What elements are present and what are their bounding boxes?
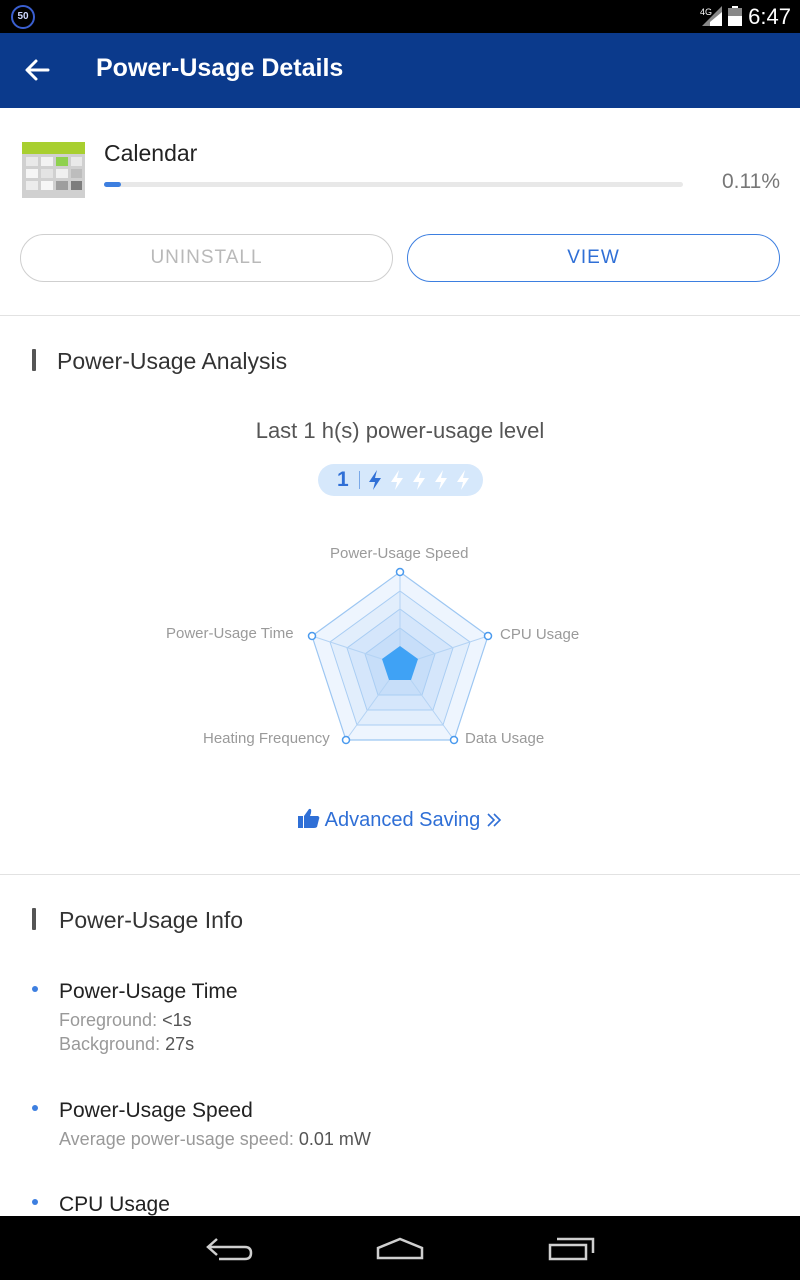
info-item-title: CPU Usage (59, 1193, 170, 1216)
signal-icon: 4G (700, 6, 722, 26)
radar-vertex-dot (307, 631, 317, 641)
advanced-saving-link[interactable]: Advanced Saving (0, 808, 800, 832)
calendar-app-icon (22, 142, 85, 198)
lightning-icon (369, 470, 381, 490)
thumbs-up-icon (298, 808, 320, 828)
radar-label-heating: Heating Frequency (203, 730, 330, 747)
navigation-bar (0, 1216, 800, 1280)
view-button[interactable]: VIEW (407, 234, 780, 282)
power-level-badge: 1 (318, 464, 483, 496)
bullet-dot (32, 1199, 38, 1205)
level-caption: Last 1 h(s) power-usage level (255, 418, 545, 443)
radar-vertex-dot (341, 735, 351, 745)
lightning-rating-icons (369, 470, 469, 490)
lightning-icon (457, 470, 469, 490)
info-item-detail: Foreground: <1s (59, 1010, 192, 1030)
lightning-icon (391, 470, 403, 490)
radar-label-speed: Power-Usage Speed (330, 545, 469, 562)
radar-label-data: Data Usage (465, 730, 545, 747)
info-section-title: Power-Usage Info (59, 907, 244, 933)
level-separator (359, 471, 360, 489)
radar-label-time: Power-Usage Time (166, 625, 294, 642)
notification-badge-icon: 50 (11, 5, 35, 29)
usage-progress-bar (104, 182, 683, 187)
app-name: Calendar (104, 140, 198, 166)
section-marker (32, 349, 36, 371)
usage-progress-fill (104, 182, 121, 187)
page-title: Power-Usage Details (96, 54, 344, 82)
double-chevron-right-icon (487, 813, 501, 827)
analysis-section-title: Power-Usage Analysis (57, 348, 288, 374)
info-item-detail: Background: 27s (59, 1034, 195, 1054)
bullet-dot (32, 1105, 38, 1111)
status-bar: 50 4G 6:47 (0, 0, 800, 33)
battery-icon (728, 6, 742, 26)
svg-text:4G: 4G (700, 7, 712, 17)
info-item-title: Power-Usage Speed (59, 1099, 253, 1122)
lightning-icon (435, 470, 447, 490)
info-item-title: Power-Usage Time (59, 980, 238, 1003)
radar-vertex-dot (395, 567, 405, 577)
section-marker (32, 908, 36, 930)
recent-apps-nav-icon[interactable] (547, 1236, 597, 1262)
app-bar: Power-Usage Details (0, 33, 800, 108)
radar-label-cpu: CPU Usage (500, 626, 580, 643)
divider (0, 315, 800, 316)
divider (0, 874, 800, 875)
radar-vertex-dot (449, 735, 459, 745)
clock: 6:47 (748, 4, 791, 29)
home-nav-icon[interactable] (375, 1236, 425, 1262)
radar-vertex-dot (483, 631, 493, 641)
power-level-value: 1 (337, 468, 349, 491)
usage-percent: 0.11% (722, 170, 780, 193)
lightning-icon (413, 470, 425, 490)
advanced-saving-label: Advanced Saving (324, 809, 481, 831)
back-arrow-icon[interactable] (22, 55, 52, 85)
uninstall-button[interactable]: UNINSTALL (20, 234, 393, 282)
info-item-detail: Average power-usage speed: 0.01 mW (59, 1129, 371, 1149)
bullet-dot (32, 986, 38, 992)
radar-chart (307, 567, 493, 745)
back-nav-icon[interactable] (205, 1236, 255, 1262)
